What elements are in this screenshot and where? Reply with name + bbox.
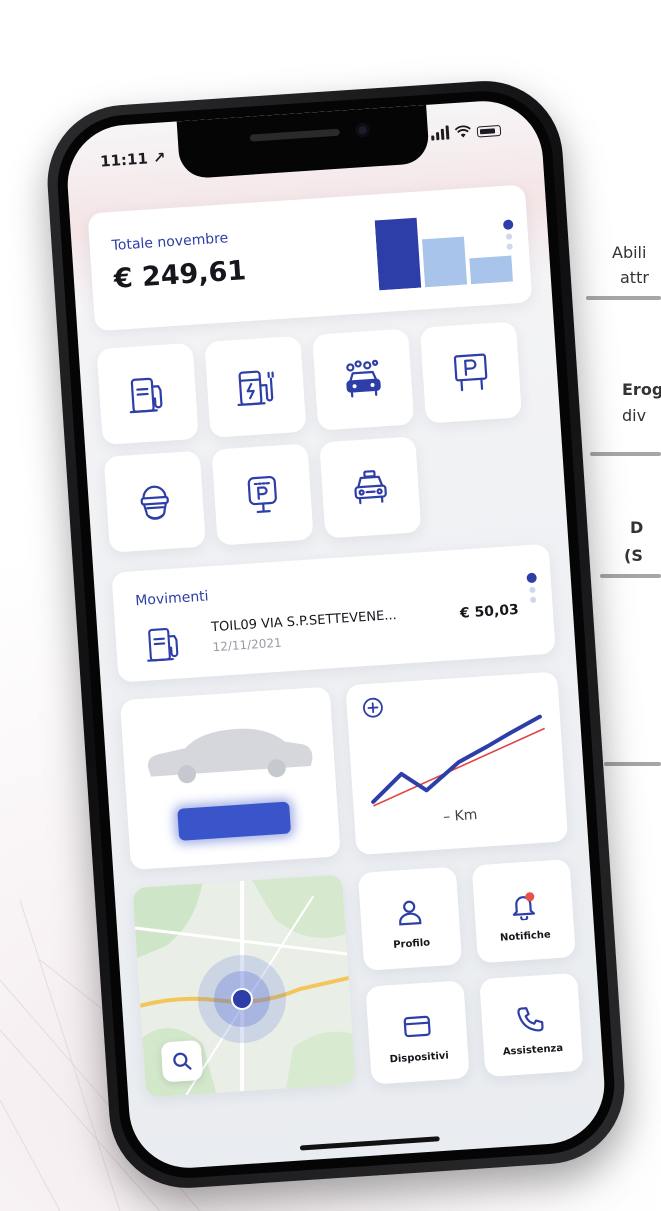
phone-icon [517, 1007, 544, 1032]
mileage-trend-chart [371, 714, 546, 807]
search-icon [173, 1052, 192, 1070]
ferry-icon [140, 485, 169, 520]
side-caption-1: Abili [612, 243, 647, 262]
speaker [249, 128, 340, 142]
license-plate-button[interactable] [177, 801, 292, 841]
mileage-target-line [373, 727, 546, 807]
side-divider-2 [590, 452, 661, 456]
map-card[interactable] [132, 874, 356, 1098]
phone-mockup: 11:11 ↗ Totale novembre € 249,61 Movimen… [42, 76, 630, 1193]
car-wash-icon [346, 359, 381, 398]
battery-icon [476, 124, 502, 138]
monthly-total-amount: € 249,61 [112, 255, 248, 295]
fuel-pump-icon [129, 377, 163, 414]
movement-date: 12/11/2021 [212, 635, 283, 655]
support-tile[interactable]: Assistenza [479, 972, 584, 1078]
devices-tile[interactable]: Dispositivi [365, 980, 470, 1085]
taxi-tile[interactable] [319, 436, 422, 539]
parking-icon [453, 353, 488, 392]
bar-earlier-month [469, 255, 513, 285]
profile-label: Profilo [392, 937, 431, 951]
marketing-image: Abili attr Erog div D (S 11:11 ↗ Totale … [0, 0, 661, 1211]
front-camera [355, 122, 371, 138]
bar-current-month [374, 217, 422, 291]
person-icon [399, 900, 422, 926]
vehicle-silhouette [148, 728, 313, 784]
parking-meter-icon [247, 475, 277, 514]
side-divider-4 [604, 762, 661, 766]
side-caption-4: div [622, 406, 647, 425]
current-location-marker [230, 988, 253, 1011]
fuel-service-tile[interactable] [96, 342, 199, 446]
summary-page-dots[interactable] [502, 219, 515, 250]
movements-card[interactable]: Movimenti TOIL09 VIA S.P.SETTEVENE... 12… [111, 543, 556, 683]
side-caption-3: Erog [622, 380, 661, 399]
devices-label: Dispositivi [389, 1050, 450, 1066]
movement-station-name: TOIL09 VIA S.P.SETTEVENE... [210, 607, 398, 636]
wifi-icon [454, 125, 471, 138]
map-search-button[interactable] [160, 1039, 204, 1083]
card-icon [403, 1015, 431, 1038]
mileage-card[interactable]: – Km [345, 671, 569, 856]
ev-charging-tile[interactable] [204, 335, 307, 438]
ferry-service-tile[interactable] [103, 450, 206, 553]
taxi-icon [354, 470, 387, 505]
support-label: Assistenza [502, 1042, 564, 1058]
bell-icon [512, 892, 536, 922]
movement-amount: € 50,03 [459, 601, 520, 622]
side-caption-2: attr [620, 268, 649, 287]
app-screen: 11:11 ↗ Totale novembre € 249,61 Movimen… [63, 97, 609, 1172]
monthly-total-label: Totale novembre [111, 230, 229, 254]
home-indicator[interactable] [299, 1136, 440, 1151]
notifications-label: Notifiche [499, 929, 552, 944]
notifications-tile[interactable]: Notifiche [471, 859, 576, 964]
ev-charger-icon [237, 370, 274, 407]
add-circle-icon[interactable] [360, 695, 386, 721]
bar-previous-month [422, 236, 468, 288]
vehicle-card[interactable] [119, 686, 341, 871]
signal-icon [431, 125, 450, 141]
profile-tile[interactable]: Profilo [357, 866, 463, 971]
side-caption-6: (S [624, 546, 643, 565]
parking-meter-tile[interactable] [211, 443, 314, 546]
parking-tile[interactable] [419, 321, 523, 424]
car-wash-tile[interactable] [312, 328, 415, 431]
mileage-actual-line [371, 714, 542, 804]
movements-page-dots[interactable] [526, 572, 538, 604]
side-divider-3 [600, 574, 661, 578]
side-caption-5: D [630, 518, 644, 537]
movements-title: Movimenti [134, 588, 210, 610]
side-divider-1 [586, 296, 661, 300]
fuel-pump-icon [147, 627, 179, 662]
